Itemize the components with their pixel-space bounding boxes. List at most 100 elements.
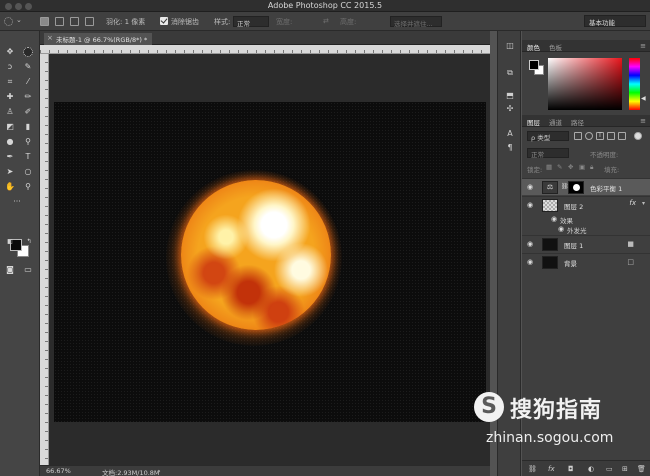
blend-mode-select[interactable]: 正常 [527, 148, 569, 159]
elliptical-marquee-preset-icon[interactable] [4, 17, 13, 26]
layer-filter-row: ρ 类型 T [522, 131, 650, 143]
tab-layers[interactable]: 图层 [527, 117, 540, 127]
workspace-select[interactable]: 基本功能 [584, 15, 646, 27]
pen-tool-icon[interactable]: ✒ [5, 152, 15, 162]
outer-glow-visibility-eye-icon[interactable]: ◉ [558, 225, 564, 233]
antialias-checkbox[interactable] [160, 17, 168, 25]
style-select[interactable]: 正常 [233, 16, 269, 28]
layer-name: 背景 [564, 260, 577, 268]
color-panel-tabs: 颜色 色板 ≡ [522, 40, 650, 52]
lock-all-icon[interactable]: 🔒︎ [590, 163, 593, 172]
status-bar: 66.67% 文档:2.93M/10.8M › [40, 465, 490, 476]
layer-row-layer-2[interactable]: ◉ 图层 2 fx ▾ [522, 196, 650, 213]
filter-smart-object-icon[interactable] [618, 132, 626, 140]
history-panel-icon[interactable]: ◫ [505, 41, 515, 51]
layer-visibility-eye-icon[interactable]: ◉ [527, 240, 533, 248]
elliptical-marquee-tool-icon[interactable] [23, 47, 33, 57]
layer-name: 色彩平衡 1 [590, 185, 623, 193]
blend-opacity-row: 正常 不透明度: [522, 148, 650, 160]
move-tool-icon[interactable]: ✥ [5, 47, 15, 57]
horizontal-ruler[interactable] [40, 45, 490, 54]
filter-toggle-icon[interactable] [634, 132, 642, 140]
add-to-selection-icon[interactable] [55, 17, 64, 26]
layer-kind-filter[interactable]: ρ 类型 [527, 131, 569, 142]
lock-label: 锁定: [527, 166, 543, 174]
feather-label[interactable]: 羽化: 1 像素 [106, 17, 145, 27]
new-selection-icon[interactable] [40, 17, 49, 26]
layer-mask-thumbnail[interactable] [568, 181, 584, 194]
zoom-tool-icon[interactable]: ⚲ [23, 182, 33, 192]
crop-tool-icon[interactable]: ⌗ [5, 77, 15, 87]
layer-effects-icon[interactable]: fx [629, 199, 636, 207]
more-tools-icon[interactable]: ··· [12, 197, 22, 207]
layer-thumbnail [542, 199, 558, 212]
dodge-tool-icon[interactable]: ⚲ [23, 137, 33, 147]
vertical-ruler[interactable] [40, 54, 49, 465]
history-brush-tool-icon[interactable]: ✐ [23, 107, 33, 117]
eraser-tool-icon[interactable]: ◩ [5, 122, 15, 132]
adjustments-panel-icon[interactable]: ⬒ [505, 91, 515, 101]
subtract-from-selection-icon[interactable] [70, 17, 79, 26]
status-arrow-icon[interactable]: › [158, 467, 161, 475]
swap-dimensions-icon[interactable]: ⇄ [323, 17, 329, 25]
width-label: 宽度: [276, 18, 293, 26]
properties-panel-icon[interactable]: ⧉ [505, 68, 515, 78]
paragraph-panel-icon[interactable]: ¶ [505, 143, 515, 153]
hue-slider[interactable] [629, 58, 640, 110]
tab-swatches[interactable]: 色板 [549, 42, 562, 52]
tools-panel: ✥ ↄ ✎ ⌗ ⁄ ✚ ✏ ♙ ✐ ◩ ▮ ● ⚲ ✒ T ➤ ○ ✋ ⚲ ··… [0, 31, 40, 476]
clone-stamp-tool-icon[interactable]: ♙ [5, 107, 15, 117]
layer-visibility-eye-icon[interactable]: ◉ [527, 258, 533, 266]
intersect-selection-icon[interactable] [85, 17, 94, 26]
screen-mode-icon[interactable]: ▭ [23, 265, 33, 275]
lock-transparent-icon[interactable]: ▦ [546, 163, 552, 171]
layer-row-color-balance[interactable]: ◉ ⚖ ⛓ 色彩平衡 1 [522, 178, 650, 195]
eyedropper-tool-icon[interactable]: ⁄ [23, 77, 33, 87]
filter-pixel-icon[interactable] [574, 132, 582, 140]
panel-menu-icon[interactable]: ≡ [640, 42, 646, 50]
default-colors-icon[interactable]: ◧ [5, 237, 15, 247]
tab-paths[interactable]: 路径 [571, 117, 584, 127]
gradient-tool-icon[interactable]: ▮ [23, 122, 33, 132]
lock-fill-row: 锁定: ▦ ✎ ✥ ▣ 🔒︎ 填充: [522, 163, 650, 175]
brush-tool-icon[interactable]: ✏ [23, 92, 33, 102]
healing-brush-tool-icon[interactable]: ✚ [5, 92, 15, 102]
outer-glow-effect-row[interactable]: ◉ 外发光 [522, 224, 650, 235]
chevron-down-icon[interactable]: ⌄ [16, 16, 22, 24]
hue-slider-arrow-icon[interactable]: ◀ [641, 95, 646, 102]
lock-image-icon[interactable]: ✎ [557, 163, 562, 171]
path-selection-tool-icon[interactable]: ➤ [5, 167, 15, 177]
color-panel-foreground-swatch[interactable] [529, 60, 539, 70]
quick-select-tool-icon[interactable]: ✎ [23, 62, 33, 72]
document-tab[interactable]: × 未标题-1 @ 66.7%(RGB/8*) * [44, 33, 153, 45]
quick-mask-icon[interactable]: ◙ [5, 265, 15, 275]
ellipse-shape-tool-icon[interactable]: ○ [23, 167, 33, 177]
tab-channels[interactable]: 通道 [549, 117, 562, 127]
select-and-mask-button[interactable]: 选择并遮住... [390, 16, 442, 28]
libraries-panel-icon[interactable]: ✣ [505, 104, 515, 114]
lock-artboard-icon[interactable]: ▣ [579, 163, 585, 171]
layer-row-layer-1[interactable]: ◉ 图层 1 ■ [522, 235, 650, 252]
layer-visibility-eye-icon[interactable]: ◉ [527, 183, 533, 191]
swap-colors-icon[interactable]: ↰ [24, 237, 34, 247]
lasso-tool-icon[interactable]: ↄ [5, 62, 15, 72]
filter-type-icon[interactable]: T [596, 132, 604, 140]
character-panel-icon[interactable]: A [505, 129, 515, 139]
hand-tool-icon[interactable]: ✋ [5, 182, 15, 192]
type-tool-icon[interactable]: T [23, 152, 33, 162]
close-tab-icon[interactable]: × [47, 34, 53, 42]
effects-visibility-eye-icon[interactable]: ◉ [551, 215, 557, 223]
lock-position-icon[interactable]: ✥ [568, 163, 573, 171]
sogou-logo-icon: S [474, 392, 504, 422]
blur-tool-icon[interactable]: ● [5, 137, 15, 147]
tab-color[interactable]: 颜色 [527, 42, 540, 52]
effects-expand-icon[interactable]: ▾ [642, 200, 645, 207]
layer-row-background[interactable]: ◉ 背景 □ [522, 253, 650, 270]
filter-shape-icon[interactable] [607, 132, 615, 140]
effects-group-row[interactable]: ◉ 效果 [522, 214, 650, 225]
zoom-level[interactable]: 66.67% [46, 467, 71, 475]
color-spectrum-picker[interactable] [548, 58, 622, 110]
layer-visibility-eye-icon[interactable]: ◉ [527, 201, 533, 209]
layers-menu-icon[interactable]: ≡ [640, 117, 646, 125]
filter-adjustment-icon[interactable] [585, 132, 593, 140]
